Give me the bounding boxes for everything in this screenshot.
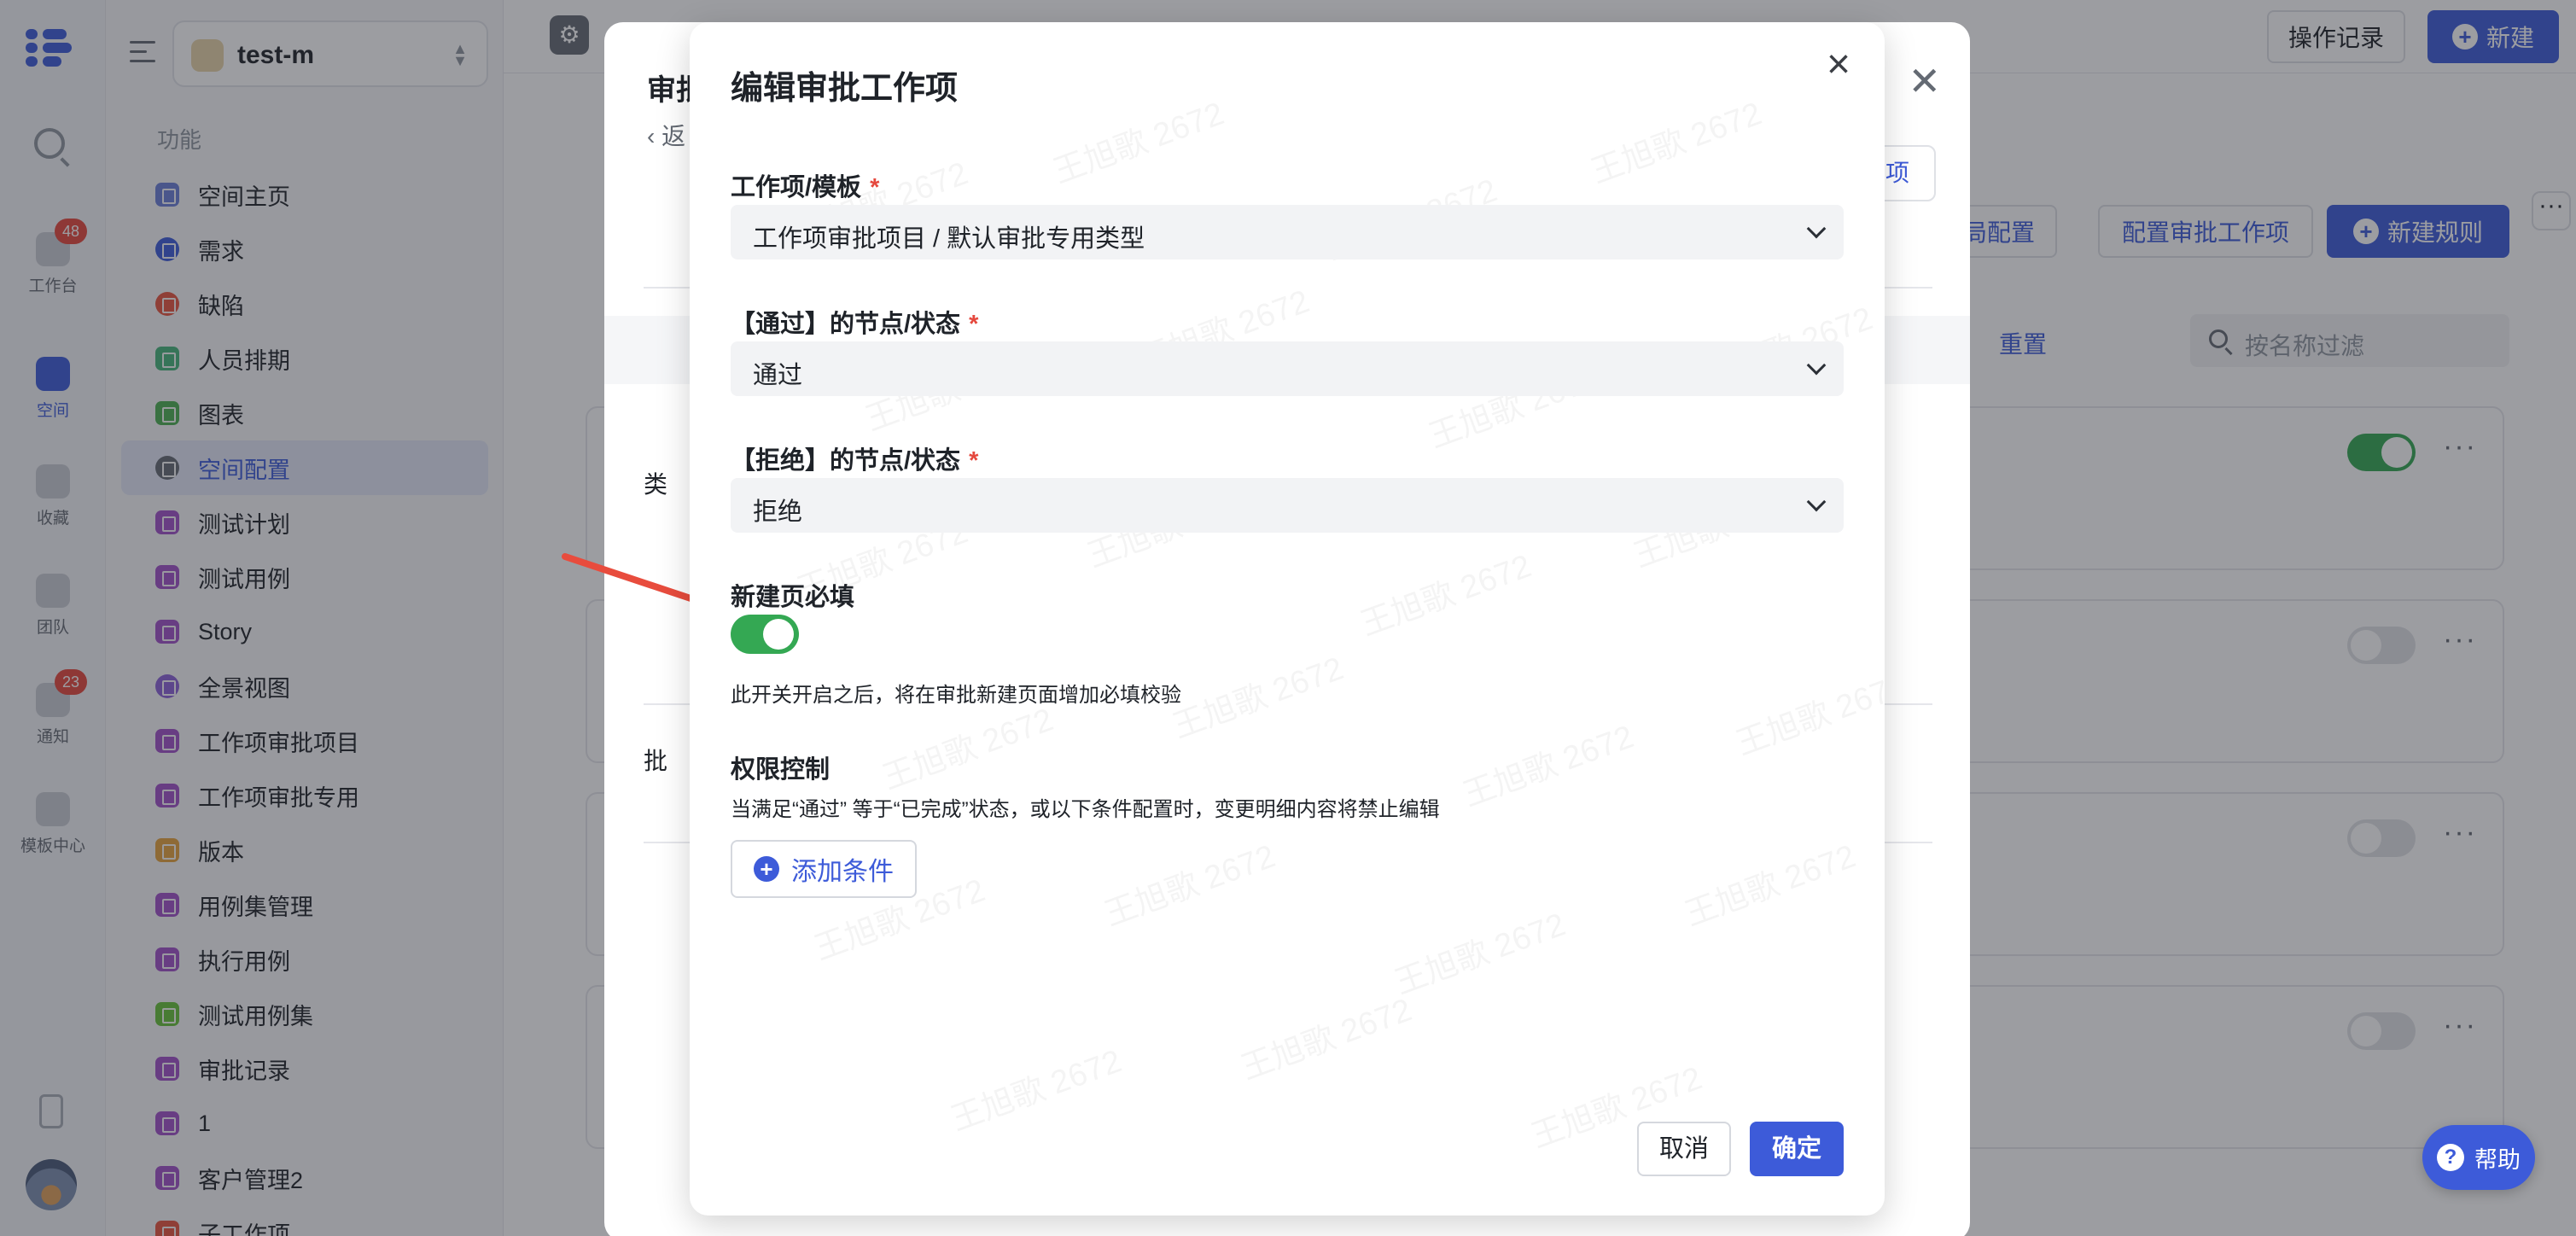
add-condition-label: 添加条件: [791, 858, 894, 886]
required-on-create-label: 新建页必填: [731, 584, 855, 611]
select-value: 拒绝: [753, 498, 803, 526]
watermark: 王旭歌 2672: [1097, 830, 1280, 935]
reject-status-select[interactable]: 拒绝: [731, 478, 1844, 533]
approval-label: 批: [644, 748, 668, 774]
watermark: 王旭歌 2672: [943, 1035, 1127, 1140]
permission-hint: 当满足“通过” 等于“已完成”状态，或以下条件配置时，变更明细内容将禁止编辑: [731, 798, 1440, 821]
permission-title: 权限控制: [731, 756, 830, 784]
required-mark: *: [969, 447, 979, 475]
watermark: 王旭歌 2672: [1677, 830, 1861, 935]
workitem-select[interactable]: 工作项审批项目 / 默认审批专用类型: [731, 205, 1844, 259]
back-link[interactable]: ‹ 返: [647, 118, 685, 152]
select-value: 工作项审批项目 / 默认审批专用类型: [753, 225, 1145, 253]
pass-status-select[interactable]: 通过: [731, 341, 1844, 396]
watermark: 王旭歌 2672: [875, 693, 1058, 798]
plus-icon: +: [754, 856, 779, 882]
watermark: 王旭歌 2672: [1165, 642, 1349, 747]
help-label: 帮助: [2474, 1146, 2521, 1173]
help-icon: ?: [2437, 1144, 2464, 1171]
field-label-text: 【通过】的节点/状态: [731, 311, 961, 338]
chevron-down-icon: [1806, 355, 1827, 376]
edit-approval-modal: 王旭歌 2672王旭歌 2672王旭歌 2672王旭歌 2672王旭歌 2672…: [690, 22, 1885, 1216]
toggle-hint: 此开关开启之后，将在审批新建页面增加必填校验: [731, 684, 1181, 707]
field-label-text: 工作项/模板: [731, 174, 862, 201]
watermark: 王旭歌 2672: [1046, 87, 1229, 192]
required-on-create-toggle[interactable]: [731, 615, 799, 654]
help-button[interactable]: ? 帮助: [2422, 1125, 2535, 1190]
field-label-reject: 【拒绝】的节点/状态 *: [731, 440, 978, 476]
add-condition-button[interactable]: + 添加条件: [731, 840, 917, 898]
watermark: 王旭歌 2672: [1583, 87, 1767, 192]
watermark: 王旭歌 2672: [1455, 710, 1639, 815]
required-mark: *: [870, 174, 880, 201]
chevron-down-icon: [1806, 219, 1827, 239]
cancel-button[interactable]: 取消: [1637, 1122, 1731, 1176]
watermark: 王旭歌 2672: [1387, 898, 1571, 1003]
watermark: 王旭歌 2672: [1353, 539, 1536, 644]
type-label: 类: [644, 471, 668, 498]
field-label-text: 【拒绝】的节点/状态: [731, 447, 961, 475]
field-label-pass: 【通过】的节点/状态 *: [731, 304, 978, 340]
chevron-down-icon: [1806, 492, 1827, 512]
confirm-button[interactable]: 确定: [1750, 1122, 1844, 1176]
required-mark: *: [969, 311, 979, 338]
field-label-workitem: 工作项/模板 *: [731, 167, 879, 203]
modal-title: 编辑审批工作项: [731, 71, 959, 107]
close-icon[interactable]: ✕: [1908, 58, 1941, 104]
watermark: 王旭歌 2672: [1728, 659, 1885, 764]
select-value: 通过: [753, 362, 803, 389]
back-link-label: 返: [661, 123, 686, 149]
close-icon[interactable]: ×: [1816, 43, 1861, 87]
watermark: 王旭歌 2672: [1233, 983, 1417, 1088]
